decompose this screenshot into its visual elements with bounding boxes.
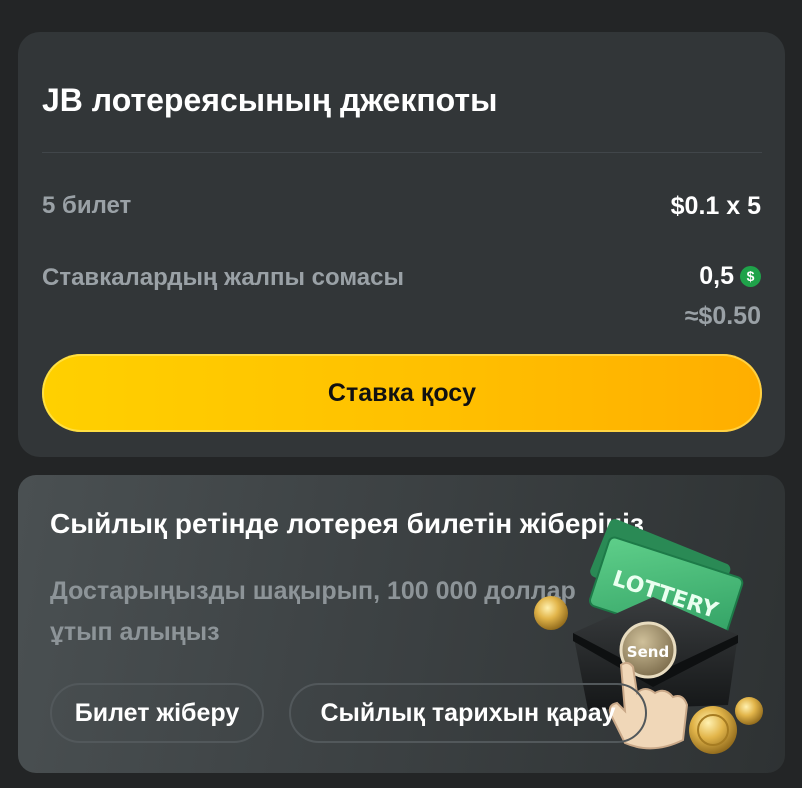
total-label: Ставкалардың жалпы сомасы (42, 264, 404, 291)
place-bet-button[interactable]: Ставка қосу (42, 354, 762, 432)
jackpot-title: JB лотереясының джекпоты (42, 82, 498, 118)
total-value-row: 0,5 $ (699, 262, 761, 291)
gift-ticket-card: Сыйлық ретінде лотерея билетін жіберіңіз… (18, 475, 785, 773)
send-ticket-button[interactable]: Билет жіберу (50, 683, 264, 743)
tickets-value: $0.1 x 5 (670, 192, 761, 220)
total-value: 0,5 (699, 262, 734, 290)
gift-description: Достарыңызды шақырып, 100 000 доллар ұты… (50, 577, 576, 646)
divider (42, 152, 762, 153)
jackpot-card: JB лотереясының джекпоты 5 билет $0.1 x … (18, 32, 785, 457)
svg-text:Send: Send (627, 643, 669, 661)
gift-history-button[interactable]: Сыйлық тарихын қарау (289, 683, 647, 743)
tickets-label: 5 билет (42, 192, 132, 219)
dollar-coin-icon: $ (740, 266, 761, 287)
total-approx: ≈$0.50 (684, 302, 761, 330)
